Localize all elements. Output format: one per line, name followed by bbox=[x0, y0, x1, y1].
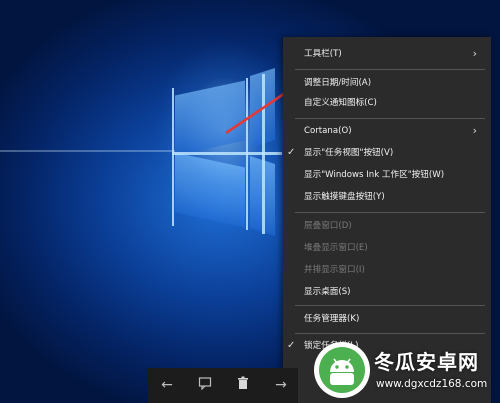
menu-item-stack-windows: 堆叠显示窗口(E) bbox=[283, 239, 491, 257]
menu-item-show-touch-keyboard-button[interactable]: 显示触摸键盘按钮(Y) bbox=[283, 188, 491, 206]
chevron-right-icon: › bbox=[472, 124, 477, 137]
menu-item-cascade-windows: 层叠窗口(D) bbox=[283, 217, 491, 235]
menu-separator bbox=[295, 118, 485, 119]
menu-item-label: 显示"任务视图"按钮(V) bbox=[304, 148, 394, 158]
menu-item-side-by-side-windows: 并排显示窗口(I) bbox=[283, 261, 491, 279]
menu-item-label: 任务管理器(K) bbox=[304, 314, 360, 324]
menu-separator bbox=[295, 333, 485, 334]
menu-item-label: 显示触摸键盘按钮(Y) bbox=[304, 192, 385, 202]
menu-separator bbox=[295, 305, 485, 306]
menu-item-label: 显示桌面(S) bbox=[304, 287, 351, 297]
comment-icon-glyph bbox=[198, 377, 212, 391]
menu-item-label: 并排显示窗口(I) bbox=[304, 265, 365, 275]
back-arrow-icon[interactable]: ← bbox=[158, 376, 176, 394]
trash-icon-glyph bbox=[238, 376, 248, 389]
watermark: 冬瓜安卓网 www.dgxcdz168.com bbox=[310, 338, 500, 403]
chevron-right-icon: › bbox=[472, 47, 477, 60]
menu-item-show-desktop[interactable]: 显示桌面(S) bbox=[283, 283, 491, 301]
check-icon: ✓ bbox=[287, 340, 296, 351]
android-logo-icon bbox=[315, 343, 369, 397]
watermark-title: 冬瓜安卓网 bbox=[374, 350, 479, 374]
taskbar: ← → bbox=[148, 368, 298, 403]
menu-item-label: 自定义通知图标(C) bbox=[304, 98, 377, 108]
menu-item-label: 工具栏(T) bbox=[304, 49, 342, 59]
forward-arrow-icon[interactable]: → bbox=[272, 376, 290, 394]
watermark-logo bbox=[314, 342, 370, 398]
menu-item-cortana[interactable]: Cortana(O) › bbox=[283, 122, 491, 140]
menu-item-label: 堆叠显示窗口(E) bbox=[304, 243, 368, 253]
menu-item-label: Cortana(O) bbox=[304, 126, 352, 136]
watermark-url: www.dgxcdz168.com bbox=[376, 378, 488, 390]
menu-item-show-windows-ink-button[interactable]: 显示"Windows Ink 工作区"按钮(W) bbox=[283, 166, 491, 184]
menu-item-label: 层叠窗口(D) bbox=[304, 221, 352, 231]
menu-separator bbox=[295, 69, 485, 70]
menu-item-adjust-date-time[interactable]: 调整日期/时间(A) bbox=[283, 74, 491, 92]
menu-item-label: 调整日期/时间(A) bbox=[304, 78, 372, 88]
trash-icon[interactable] bbox=[234, 376, 252, 394]
menu-item-show-task-view-button[interactable]: ✓ 显示"任务视图"按钮(V) bbox=[283, 144, 491, 162]
menu-item-customize-notification-icons[interactable]: 自定义通知图标(C) bbox=[283, 94, 491, 112]
menu-item-task-manager[interactable]: 任务管理器(K) bbox=[283, 310, 491, 328]
menu-separator bbox=[295, 212, 485, 213]
menu-item-label: 显示"Windows Ink 工作区"按钮(W) bbox=[304, 170, 445, 180]
menu-item-toolbars[interactable]: 工具栏(T) › bbox=[283, 45, 491, 63]
check-icon: ✓ bbox=[287, 147, 296, 158]
comment-icon[interactable] bbox=[196, 376, 214, 394]
